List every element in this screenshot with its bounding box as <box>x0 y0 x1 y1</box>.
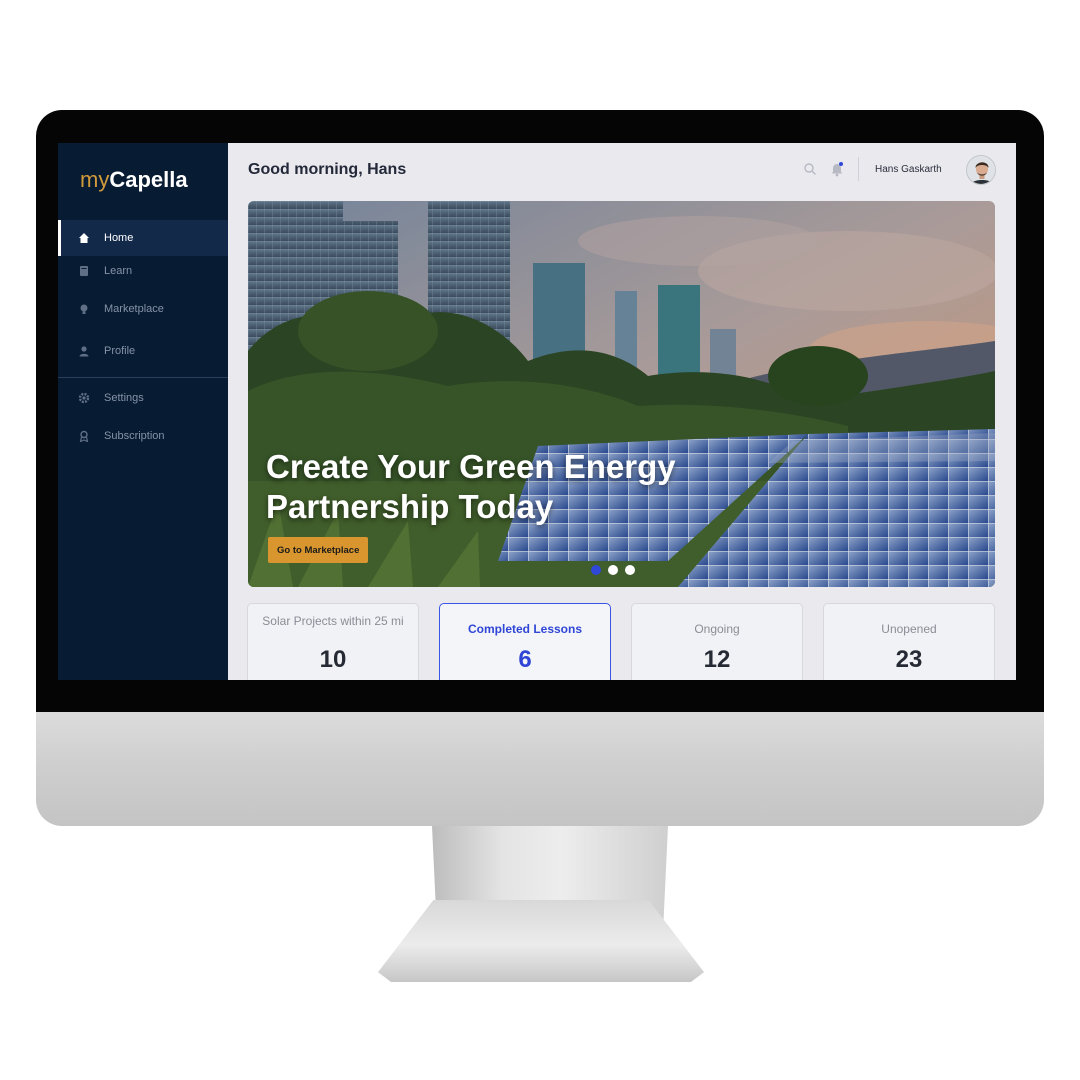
sidebar-item-home[interactable]: Home <box>58 220 228 256</box>
carousel-dot[interactable] <box>608 565 618 575</box>
user-name[interactable]: Hans Gaskarth <box>875 164 942 175</box>
sidebar-item-label: Marketplace <box>104 303 164 315</box>
badge-icon <box>78 430 90 442</box>
sidebar-item-label: Subscription <box>104 430 165 442</box>
bell-icon[interactable] <box>830 161 844 177</box>
sidebar-item-marketplace[interactable]: Marketplace <box>58 291 228 327</box>
monitor-stand-base <box>378 900 704 982</box>
stat-label: Completed Lessons <box>467 622 583 636</box>
sidebar-item-subscription[interactable]: Subscription <box>58 418 228 454</box>
stat-value: 23 <box>895 646 923 673</box>
stat-value: 6 <box>518 646 532 673</box>
carousel-dots <box>591 565 635 575</box>
carousel-dot[interactable] <box>625 565 635 575</box>
home-icon <box>78 232 90 244</box>
gear-icon <box>78 392 90 404</box>
stat-value: 12 <box>703 646 731 673</box>
sidebar-item-label: Learn <box>104 265 133 277</box>
avatar[interactable] <box>966 155 996 185</box>
sidebar-item-learn[interactable]: Learn <box>58 253 228 289</box>
sidebar-item-settings[interactable]: Settings <box>58 380 228 416</box>
stat-card-unopened[interactable]: Unopened 23 <box>823 603 995 680</box>
lightbulb-icon <box>78 303 90 315</box>
hero-image <box>248 201 995 587</box>
go-to-marketplace-button[interactable]: Go to Marketplace <box>268 537 369 563</box>
page-greeting: Good morning, Hans <box>248 161 407 178</box>
stat-card-solar-projects[interactable]: Solar Projects within 25 mi 10 <box>247 603 419 680</box>
stat-label: Unopened <box>881 622 937 636</box>
brand-name: Capella <box>109 167 188 192</box>
user-icon <box>78 345 90 357</box>
sidebar-item-label: Home <box>104 232 134 244</box>
carousel-dot[interactable] <box>591 565 601 575</box>
sidebar: myCapella Home Learn Marketplace Profile <box>58 143 228 680</box>
sidebar-item-profile[interactable]: Profile <box>58 333 228 369</box>
header-divider <box>858 157 859 181</box>
stat-card-ongoing[interactable]: Ongoing 12 <box>631 603 803 680</box>
stat-label: Solar Projects within 25 mi <box>262 614 404 628</box>
app-screen: myCapella Home Learn Marketplace Profile <box>58 143 1016 680</box>
sidebar-item-label: Settings <box>104 392 144 404</box>
stat-card-completed-lessons[interactable]: Completed Lessons 6 <box>439 603 611 680</box>
stat-label: Ongoing <box>694 622 740 636</box>
brand-logo[interactable]: myCapella <box>80 167 188 193</box>
search-icon[interactable] <box>803 162 817 176</box>
stat-value: 10 <box>319 646 347 673</box>
monitor-chin <box>36 712 1044 826</box>
sidebar-divider <box>58 377 228 378</box>
brand-prefix: my <box>80 167 110 192</box>
hero-title: Create Your Green Energy Partnership Tod… <box>266 448 676 525</box>
book-icon <box>78 265 90 277</box>
sidebar-item-label: Profile <box>104 345 136 357</box>
hero-banner[interactable]: Create Your Green Energy Partnership Tod… <box>248 201 995 587</box>
